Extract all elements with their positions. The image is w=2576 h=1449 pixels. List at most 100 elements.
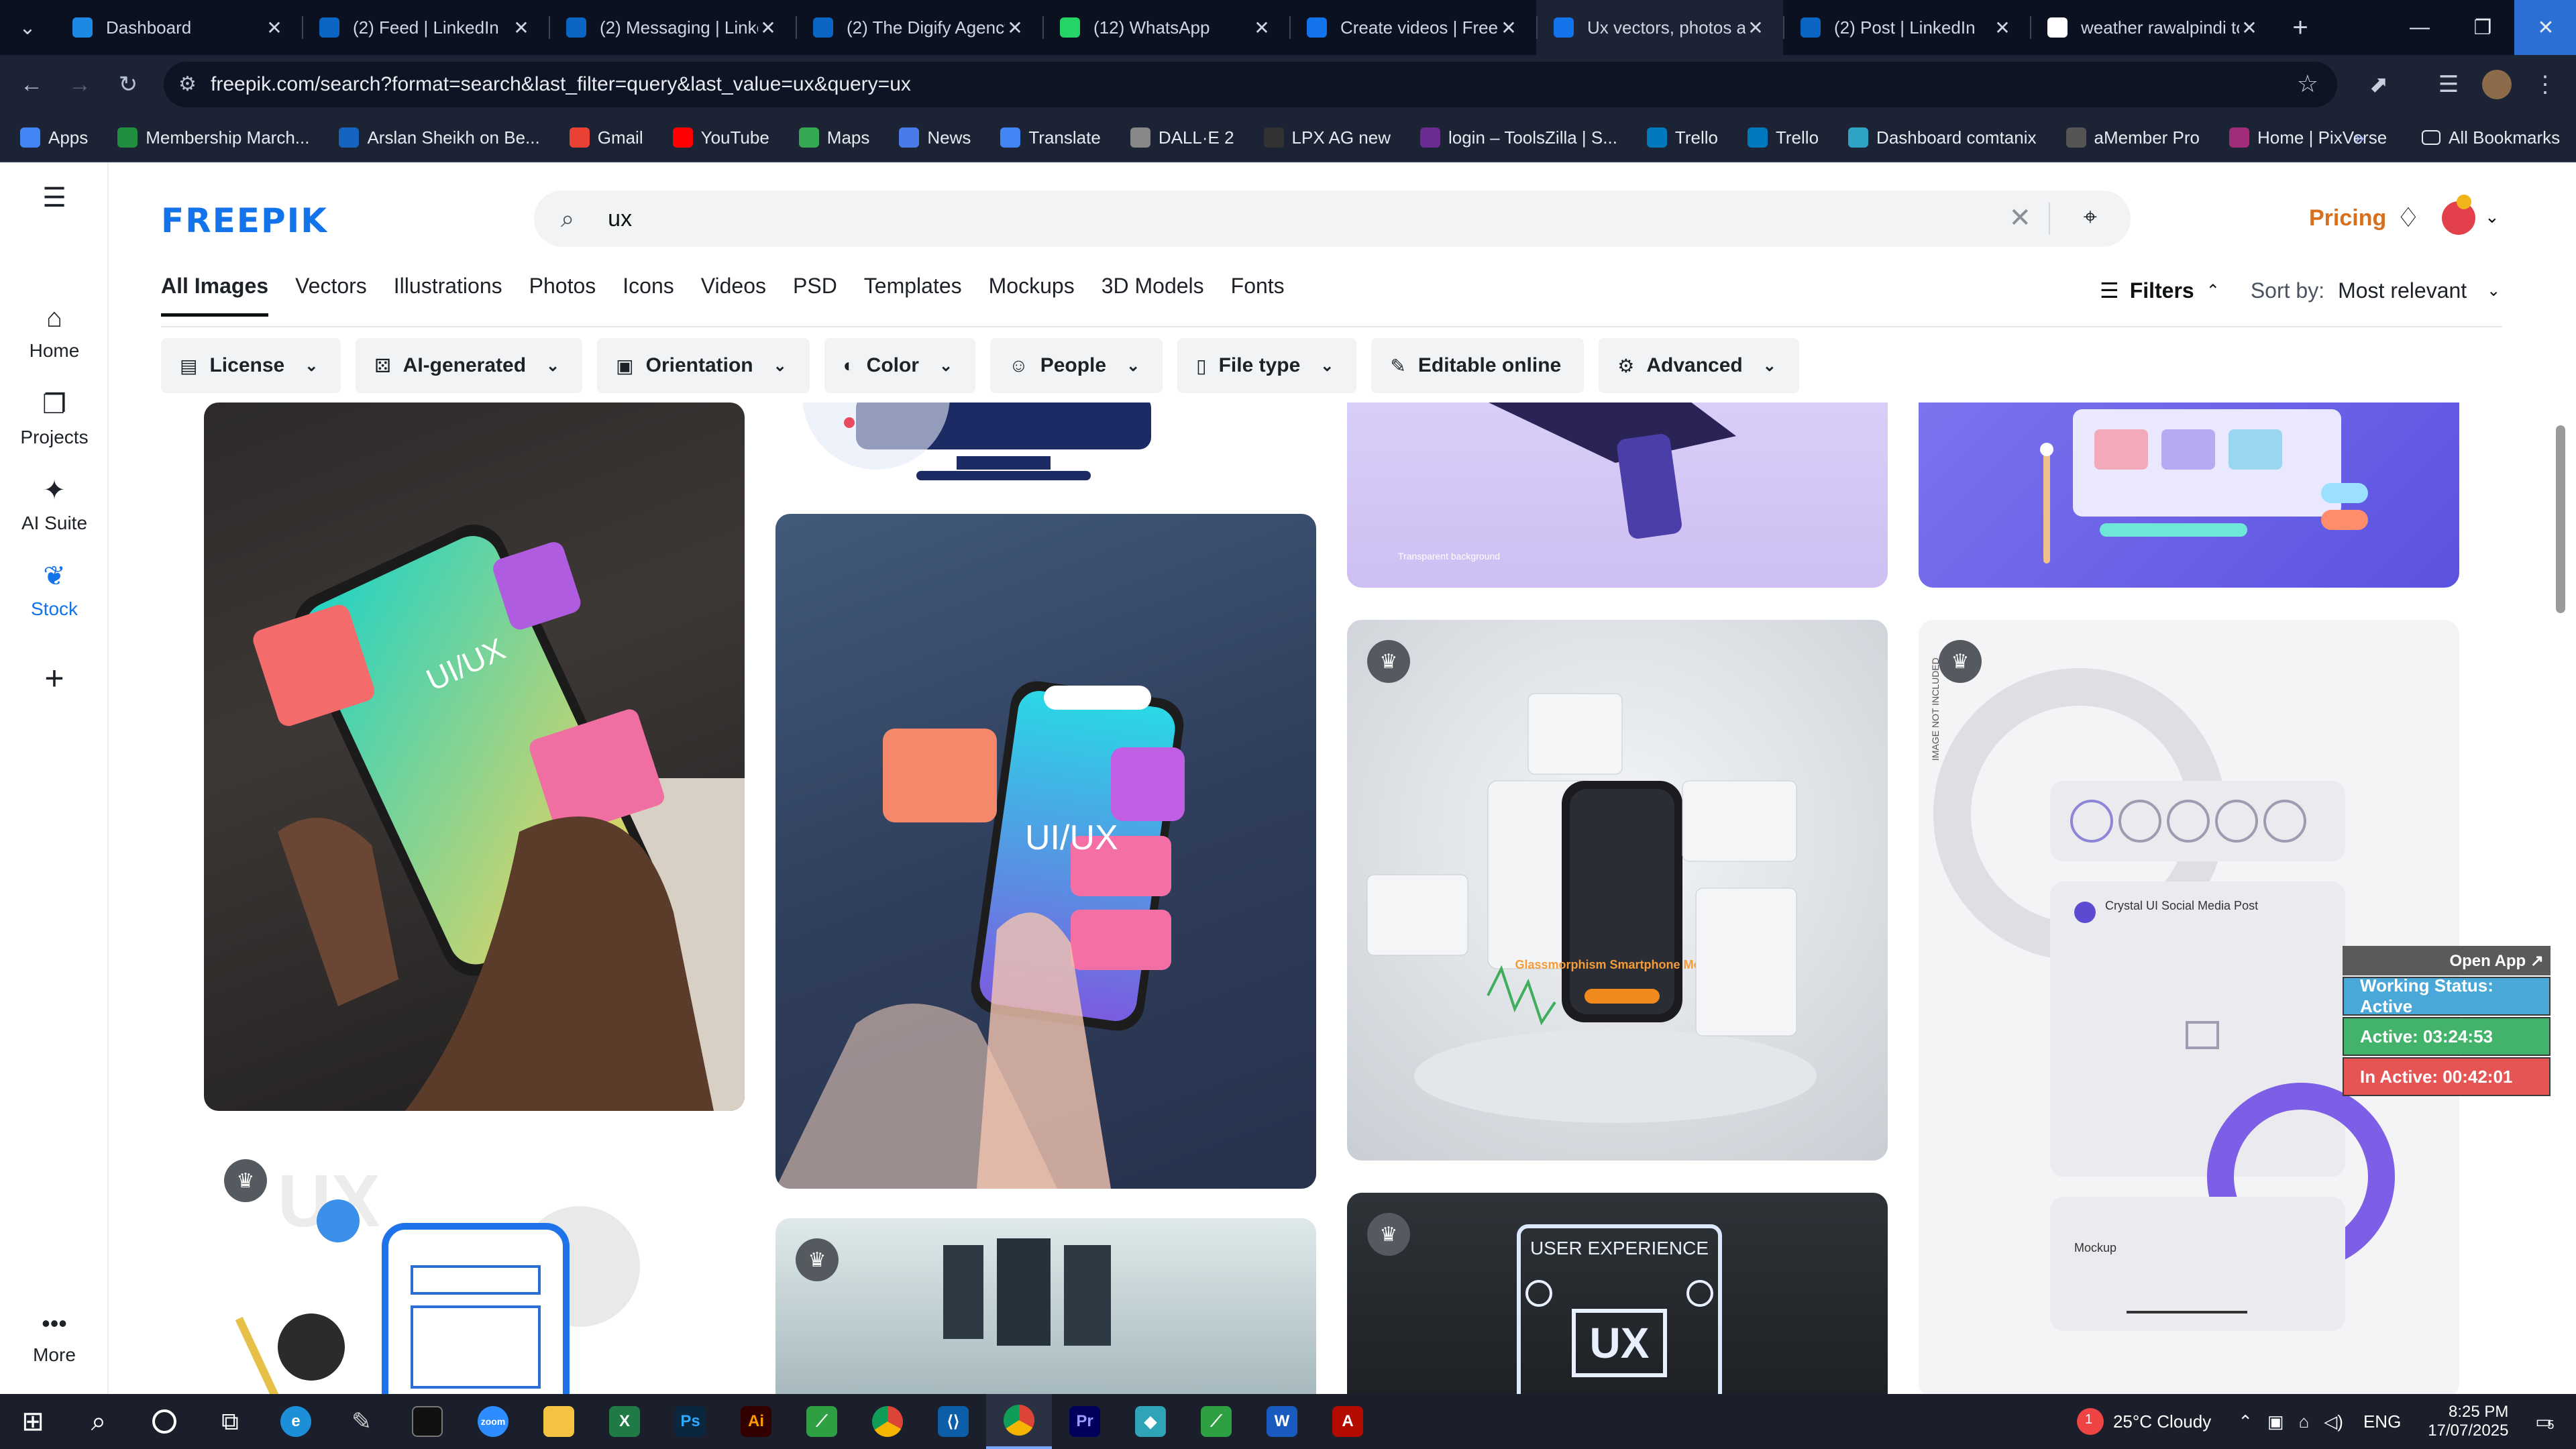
close-tab-icon[interactable]: ✕ [1499,17,1519,39]
category-tab[interactable]: Mockups [989,274,1075,313]
browser-tab[interactable]: (2) Feed | LinkedIn ✕ [302,0,549,55]
restore-icon[interactable]: ❐ [2451,0,2514,55]
category-tab[interactable]: Photos [529,274,596,313]
image-card[interactable] [1919,402,2459,588]
camera-search-icon[interactable]: ⌖ [2084,203,2097,231]
browser-tab[interactable]: Dashboard ✕ [55,0,302,55]
category-tab[interactable]: PSD [793,274,837,313]
weather-text[interactable]: 25°C Cloudy [2113,1411,2211,1432]
file-explorer-icon[interactable] [526,1394,592,1449]
bookmark-item[interactable]: Membership March... [117,127,309,148]
close-window-icon[interactable]: ✕ [2514,0,2576,55]
image-card[interactable]: ♛ Glassmorphism Smartphone Mockup [1347,620,1888,1161]
hamburger-menu-icon[interactable]: ☰ [0,182,109,213]
network-icon[interactable]: ⌂ [2299,1411,2310,1432]
bookmark-item[interactable]: Trello [1646,127,1718,148]
all-bookmarks-button[interactable]: All Bookmarks [2422,127,2560,148]
category-tab[interactable]: Vectors [295,274,367,313]
filter-chip[interactable]: ▣ Orientation ⌄ [597,338,810,393]
back-icon[interactable]: ← [15,68,48,101]
category-tab[interactable]: Videos [701,274,766,313]
image-card[interactable] [775,402,1316,496]
bookmark-star-icon[interactable]: ☆ [2297,70,2318,98]
filter-chip[interactable]: ⚄ AI-generated ⌄ [356,338,583,393]
cortana-icon[interactable] [131,1394,197,1449]
notification-icon[interactable]: ▭ 5 [2535,1411,2554,1432]
sort-dropdown[interactable]: Most relevant [2338,278,2467,303]
profile-avatar[interactable] [2479,67,2514,102]
photoshop-icon[interactable]: Ps [657,1394,723,1449]
filter-chip[interactable]: ◐ Color ⌄ [824,338,976,393]
nav-home[interactable]: ⌂ Home [0,303,109,362]
new-tab-button[interactable]: + [2277,13,2324,43]
search-icon[interactable]: ⌕ [66,1394,131,1449]
close-tab-icon[interactable]: ✕ [511,17,531,39]
acrobat-icon[interactable]: A [1315,1394,1381,1449]
image-card[interactable]: ♛ [775,1218,1316,1394]
chrome-active-icon[interactable] [986,1394,1052,1449]
pen-icon[interactable]: ✎ [329,1394,394,1449]
search-input[interactable]: ux [608,206,632,232]
pricing-link[interactable]: Pricing [2309,205,2386,231]
forward-icon[interactable]: → [63,68,97,101]
minimize-icon[interactable]: — [2388,0,2451,55]
filter-chip[interactable]: ✎ Editable online [1371,338,1585,393]
bookmark-item[interactable]: Arslan Sheikh on Be... [339,127,540,148]
tray-chevron-icon[interactable]: ⌃ [2238,1411,2253,1432]
filters-button[interactable]: Filters [2130,278,2194,303]
close-tab-icon[interactable]: ✕ [1252,17,1272,39]
bookmark-item[interactable]: Translate [1000,127,1101,148]
image-card[interactable]: UI/UX [775,514,1316,1189]
filter-chip[interactable]: ⚙ Advanced ⌄ [1599,338,1799,393]
bell-icon[interactable]: ♢ [2396,203,2420,233]
bookmark-item[interactable]: News [899,127,971,148]
windows-start-icon[interactable]: ⊞ [0,1394,66,1449]
bookmark-item[interactable]: login – ToolsZilla | S... [1419,127,1617,148]
bookmark-item[interactable]: Maps [798,127,869,148]
bookmark-item[interactable]: aMember Pro [2065,127,2200,148]
chrome-icon[interactable] [855,1394,920,1449]
volume-icon[interactable]: ◁) [2324,1411,2343,1432]
language-indicator[interactable]: ENG [2363,1411,2401,1432]
extensions-icon[interactable]: ⬈ [2361,67,2396,102]
clock[interactable]: 8:25 PM 17/07/2025 [2428,1403,2508,1440]
filter-chip[interactable]: ▤ License ⌄ [161,338,341,393]
browser-tab[interactable]: Create videos | Freep ✕ [1289,0,1536,55]
browser-tab[interactable]: (2) Post | LinkedIn ✕ [1783,0,2030,55]
bookmark-item[interactable]: DALL·E 2 [1130,127,1234,148]
category-tab[interactable]: Fonts [1231,274,1285,313]
category-tab[interactable]: Illustrations [394,274,502,313]
bookmark-item[interactable]: Apps [20,127,88,148]
illustrator-icon[interactable]: Ai [723,1394,789,1449]
browser-tab[interactable]: (12) WhatsApp ✕ [1042,0,1289,55]
browser-tab[interactable]: Ux vectors, photos a ✕ [1536,0,1783,55]
chevron-down-icon[interactable]: ⌄ [2485,207,2500,227]
url-bar[interactable]: ⚙ freepik.com/search?format=search&last_… [164,62,2337,107]
more-bookmarks-icon[interactable]: » [2355,127,2364,148]
search-bar[interactable]: ⌕ ux ✕ ⌖ [534,191,2131,247]
zoom-icon[interactable]: zoom [460,1394,526,1449]
freepik-logo[interactable]: FREEPIK [161,201,328,240]
vscode-icon[interactable]: ⟨⟩ [920,1394,986,1449]
browser-tab[interactable]: (2) Messaging | Linke ✕ [549,0,796,55]
close-tab-icon[interactable]: ✕ [758,17,778,39]
category-tab[interactable]: Templates [864,274,962,313]
bookmark-item[interactable]: YouTube [672,127,769,148]
site-info-icon[interactable]: ⚙ [178,72,197,96]
task-view-icon[interactable]: ⧉ [197,1394,263,1449]
reload-icon[interactable]: ↻ [111,68,145,101]
close-tab-icon[interactable]: ✕ [1746,17,1766,39]
filter-chip[interactable]: ☺ People ⌄ [990,338,1163,393]
scrollbar[interactable] [2556,425,2565,613]
image-card[interactable]: ♛ UX [204,1146,745,1394]
media-controls-icon[interactable]: ☰ [2431,67,2466,102]
terminal-icon[interactable] [394,1394,460,1449]
browser-tab[interactable]: (2) The Digify Agency ✕ [796,0,1042,55]
category-tab[interactable]: All Images [161,274,269,317]
weather-icon[interactable]: 1 [2076,1408,2104,1435]
premiere-icon[interactable]: Pr [1052,1394,1118,1449]
app-blue-icon[interactable]: ◆ [1118,1394,1183,1449]
browser-tab[interactable]: weather rawalpindi to ✕ [2030,0,2277,55]
close-tab-icon[interactable]: ✕ [1992,17,2012,39]
close-tab-icon[interactable]: ✕ [2239,17,2259,39]
